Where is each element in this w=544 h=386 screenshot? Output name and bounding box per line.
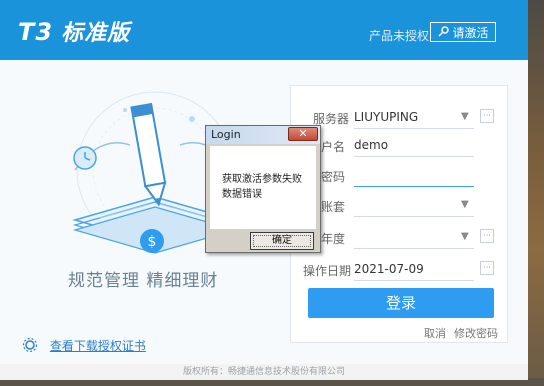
year-label: 年度 — [321, 232, 346, 246]
year-row: 年度 ▼ ··· — [291, 226, 509, 250]
date-label: 操作日期 — [303, 264, 352, 278]
dialog-title-bar[interactable]: Login ✕ — [206, 126, 320, 144]
server-browse-button[interactable]: ··· — [480, 109, 494, 123]
close-icon[interactable]: ✕ — [288, 127, 318, 141]
user-row: 户名 demo — [291, 134, 509, 158]
password-input[interactable] — [354, 164, 474, 187]
server-select[interactable]: LIUYUPING — [354, 106, 474, 129]
dialog-title: Login — [211, 128, 241, 141]
svg-text:$: $ — [148, 234, 157, 250]
password-label: 密码 — [321, 170, 346, 184]
change-password-link[interactable]: 修改密码 — [454, 325, 498, 341]
chevron-down-icon[interactable]: ▼ — [461, 199, 469, 210]
unauthorized-text: 产品未授权 — [369, 29, 430, 43]
logo-text: 标准版 — [61, 21, 131, 46]
user-label: 户名 — [321, 140, 346, 154]
activate-button[interactable]: 请激活 — [430, 22, 496, 42]
account-select[interactable] — [354, 194, 474, 217]
app-logo: T3 标准版 — [18, 15, 130, 47]
account-row: 账套 ▼ — [291, 194, 509, 218]
date-input[interactable]: 2021-07-09 — [354, 258, 474, 281]
copyright-footer: 版权所有：畅捷通信息技术股份有限公司 — [0, 364, 528, 380]
chevron-down-icon[interactable]: ▼ — [461, 111, 469, 122]
dialog-message-area: 获取激活参数失败 数据错误 — [210, 146, 316, 229]
background-desktop — [528, 0, 544, 386]
download-certificate-label: 查看下载授权证书 — [49, 339, 146, 353]
dialog-message-line2: 数据错误 — [222, 189, 262, 200]
year-browse-button[interactable]: ··· — [480, 229, 494, 243]
chevron-down-icon[interactable]: ▼ — [461, 231, 469, 242]
dialog-message: 获取激活参数失败 数据错误 — [222, 172, 302, 202]
logo-mark: T3 — [18, 18, 54, 46]
server-row: 服务器 LIUYUPING ▼ ··· — [291, 106, 509, 130]
cancel-link[interactable]: 取消 — [424, 325, 446, 341]
date-row: 操作日期 2021-07-09 ··· — [291, 258, 509, 282]
date-picker-button[interactable]: ··· — [480, 261, 494, 275]
slogan: 规范管理 精细理财 — [68, 271, 219, 291]
account-label: 账套 — [321, 200, 346, 214]
download-certificate-link[interactable]: 查看下载授权证书 — [22, 337, 146, 354]
header-bar: T3 标准版 产品未授权 请激活 — [0, 0, 528, 60]
activate-label: 请激活 — [452, 26, 489, 40]
login-panel: 服务器 LIUYUPING ▼ ··· 户名 demo 密码 账套 ▼ 年度 ▼… — [290, 85, 508, 343]
error-dialog: Login ✕ 获取激活参数失败 数据错误 确定 — [205, 125, 321, 253]
year-select[interactable] — [354, 226, 474, 249]
ok-button[interactable]: 确定 — [250, 232, 314, 250]
user-input[interactable]: demo — [354, 134, 474, 157]
gear-icon — [22, 337, 42, 353]
login-button[interactable]: 登录 — [308, 288, 494, 318]
dialog-message-line1: 获取激活参数失败 — [222, 174, 302, 185]
key-icon — [437, 23, 449, 43]
password-row: 密码 — [291, 164, 509, 188]
